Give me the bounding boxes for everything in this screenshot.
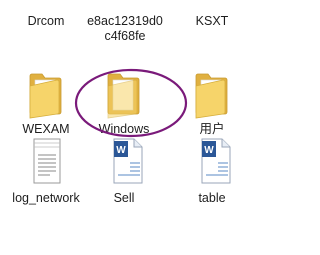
file-label: Sell [113,191,135,205]
word-document-icon: W [96,137,152,189]
file-label-drcom[interactable]: Drcom [8,14,84,29]
folder-label: 用户 [199,122,225,136]
text-document-icon [18,137,74,189]
folder-windows[interactable]: Windows [86,68,162,137]
file-explorer-icon-view: Drcom e8ac12319d0c4f68fe KSXT WEXAM Wind… [0,0,249,255]
file-label: log_network [12,191,80,205]
file-label-ksxt[interactable]: KSXT [174,14,249,29]
folder-icon [96,68,152,120]
folder-icon [184,68,240,120]
file-sell[interactable]: W Sell [86,137,162,206]
folder-label: WEXAM [22,122,70,136]
word-document-icon: W [184,137,240,189]
folder-user[interactable]: 用户 [174,68,249,137]
svg-text:W: W [204,145,214,156]
folder-icon [18,68,74,120]
folder-wexam[interactable]: WEXAM [8,68,84,137]
folder-label: Windows [98,122,150,136]
file-label-e8ac[interactable]: e8ac12319d0c4f68fe [84,14,166,44]
file-log-network[interactable]: log_network [8,137,84,206]
file-table[interactable]: W table [174,137,249,206]
svg-text:W: W [116,145,126,156]
file-label: table [198,191,226,205]
